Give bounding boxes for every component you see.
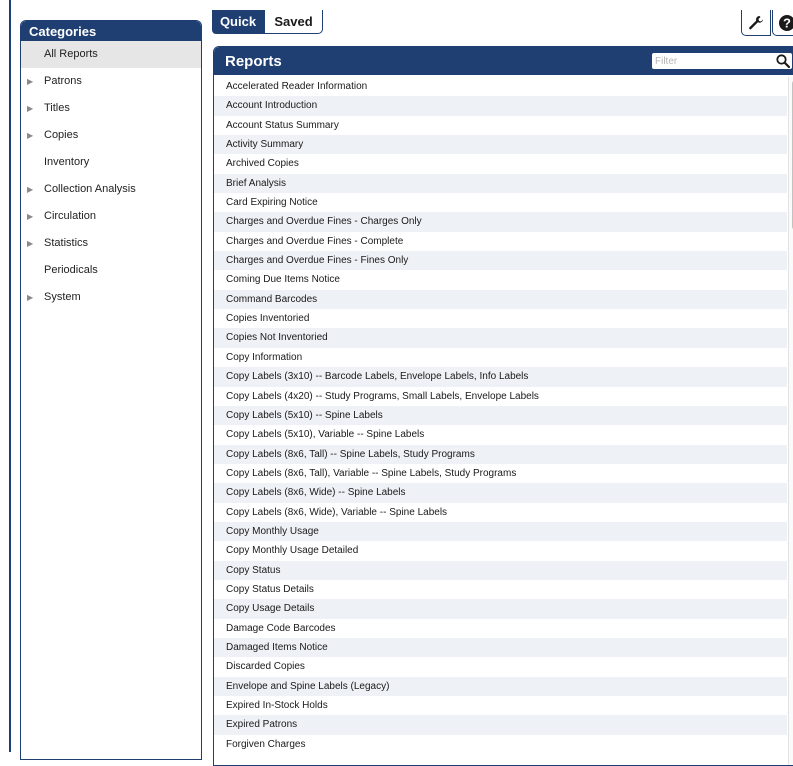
settings-button[interactable] [741,10,771,36]
categories-panel: Categories All Reports ▶ Patrons ▶ Titles ▶ Co… [20,20,202,760]
expand-arrow-icon[interactable]: ▶ [27,68,33,95]
category-item[interactable]: ▶ Statistics [21,230,201,257]
report-row[interactable]: Charges and Overdue Fines - Fines Only [214,251,787,271]
category-label: Patrons [44,75,82,87]
report-row[interactable]: Copy Labels (8x6, Tall), Variable -- Spi… [214,463,787,484]
expand-arrow-icon[interactable]: ▶ [27,284,33,311]
filter-box [652,53,792,69]
filter-input[interactable] [652,53,773,69]
category-label: Copies [44,129,79,141]
report-row[interactable]: Copies Inventoried [214,309,787,329]
report-row[interactable]: Charges and Overdue Fines - Charges Only [214,212,787,232]
category-label: Periodicals [44,264,98,276]
category-item[interactable]: ▶ Titles [21,95,201,122]
category-item[interactable]: ▶ System [21,284,201,311]
reports-title: Reports [225,53,282,70]
wrench-icon [749,15,763,29]
report-row[interactable]: Forgiven Charges [214,734,787,755]
category-label: System [44,291,81,303]
expand-arrow-icon[interactable]: ▶ [27,95,33,122]
category-label: Circulation [44,210,96,222]
report-row[interactable]: Copy Labels (4x20) -- Study Programs, Sm… [214,386,787,406]
report-row[interactable]: Damaged Items Notice [214,637,787,658]
category-item[interactable]: ▶ Circulation [21,203,201,230]
report-row[interactable]: Card Expiring Notice [214,193,787,213]
report-row[interactable]: Damage Code Barcodes [214,618,787,638]
report-row[interactable]: Accelerated Reader Information [214,77,787,97]
report-row[interactable]: Coming Due Items Notice [214,270,787,290]
category-label: Collection Analysis [44,183,136,195]
report-row[interactable]: Brief Analysis [214,173,787,194]
category-item[interactable]: All Reports [21,41,201,68]
report-row[interactable]: Expired Patrons [214,715,787,735]
report-row[interactable]: Account Status Summary [214,115,787,136]
tab-quick[interactable]: Quick [212,10,264,34]
report-row[interactable]: Command Barcodes [214,289,787,310]
category-item[interactable]: Periodicals [21,257,201,284]
search-icon[interactable] [776,54,790,68]
categories-title: Categories [21,21,201,41]
report-row[interactable]: Expired In-Stock Holds [214,696,787,716]
report-row[interactable]: Copy Monthly Usage [214,521,787,542]
category-label: Statistics [44,237,89,249]
help-icon: ? [779,14,793,31]
report-row[interactable]: Copy Labels (8x6, Wide) -- Spine Labels [214,483,787,503]
report-row[interactable]: Copy Status [214,560,787,580]
report-row[interactable]: Copy Labels (5x10) -- Spine Labels [214,405,787,426]
report-row[interactable]: Charges and Overdue Fines - Complete [214,231,787,252]
window-left-edge [0,0,11,752]
categories-list: All Reports ▶ Patrons ▶ Titles ▶ Copies Invento… [21,41,201,311]
expand-arrow-icon[interactable]: ▶ [27,230,33,257]
reports-list: Accelerated Reader Information Account In… [214,77,787,755]
report-row[interactable]: Copy Labels (8x6, Tall) -- Spine Labels,… [214,444,787,464]
expand-arrow-icon[interactable]: ▶ [27,203,33,230]
reports-panel: Reports Accelerated Reader InformationAc… [213,46,793,766]
report-row[interactable]: Copy Labels (3x10) -- Barcode Labels, En… [214,367,787,387]
report-row[interactable]: Envelope and Spine Labels (Legacy) [214,676,787,696]
category-item[interactable]: ▶ Copies [21,122,201,149]
report-row[interactable]: Copy Status Details [214,579,787,600]
expand-arrow-icon[interactable]: ▶ [27,176,33,203]
report-row[interactable]: Account Introduction [214,96,787,116]
tab-saved[interactable]: Saved [264,10,323,34]
report-row[interactable]: Copy Labels (8x6, Wide), Variable -- Spi… [214,502,787,522]
category-item[interactable]: ▶ Collection Analysis [21,176,201,203]
svg-text:?: ? [783,15,791,30]
reports-scrollbar[interactable] [788,77,793,765]
report-row[interactable]: Copy Information [214,347,787,368]
reports-header: Reports [214,47,793,75]
report-row[interactable]: Copies Not Inventoried [214,328,787,348]
report-row[interactable]: Discarded Copies [214,657,787,677]
expand-arrow-icon[interactable]: ▶ [27,122,33,149]
report-row[interactable]: Copy Labels (5x10), Variable -- Spine La… [214,425,787,445]
category-item[interactable]: ▶ Patrons [21,68,201,95]
category-label: Inventory [44,156,90,168]
category-item[interactable]: Inventory [21,149,201,176]
report-row[interactable]: Archived Copies [214,154,787,174]
category-label: All Reports [44,48,98,60]
report-row[interactable]: Copy Monthly Usage Detailed [214,541,787,561]
report-row[interactable]: Copy Usage Details [214,599,787,619]
report-row[interactable]: Activity Summary [214,135,787,155]
help-button[interactable]: ? [772,10,793,36]
category-label: Titles [44,102,70,114]
